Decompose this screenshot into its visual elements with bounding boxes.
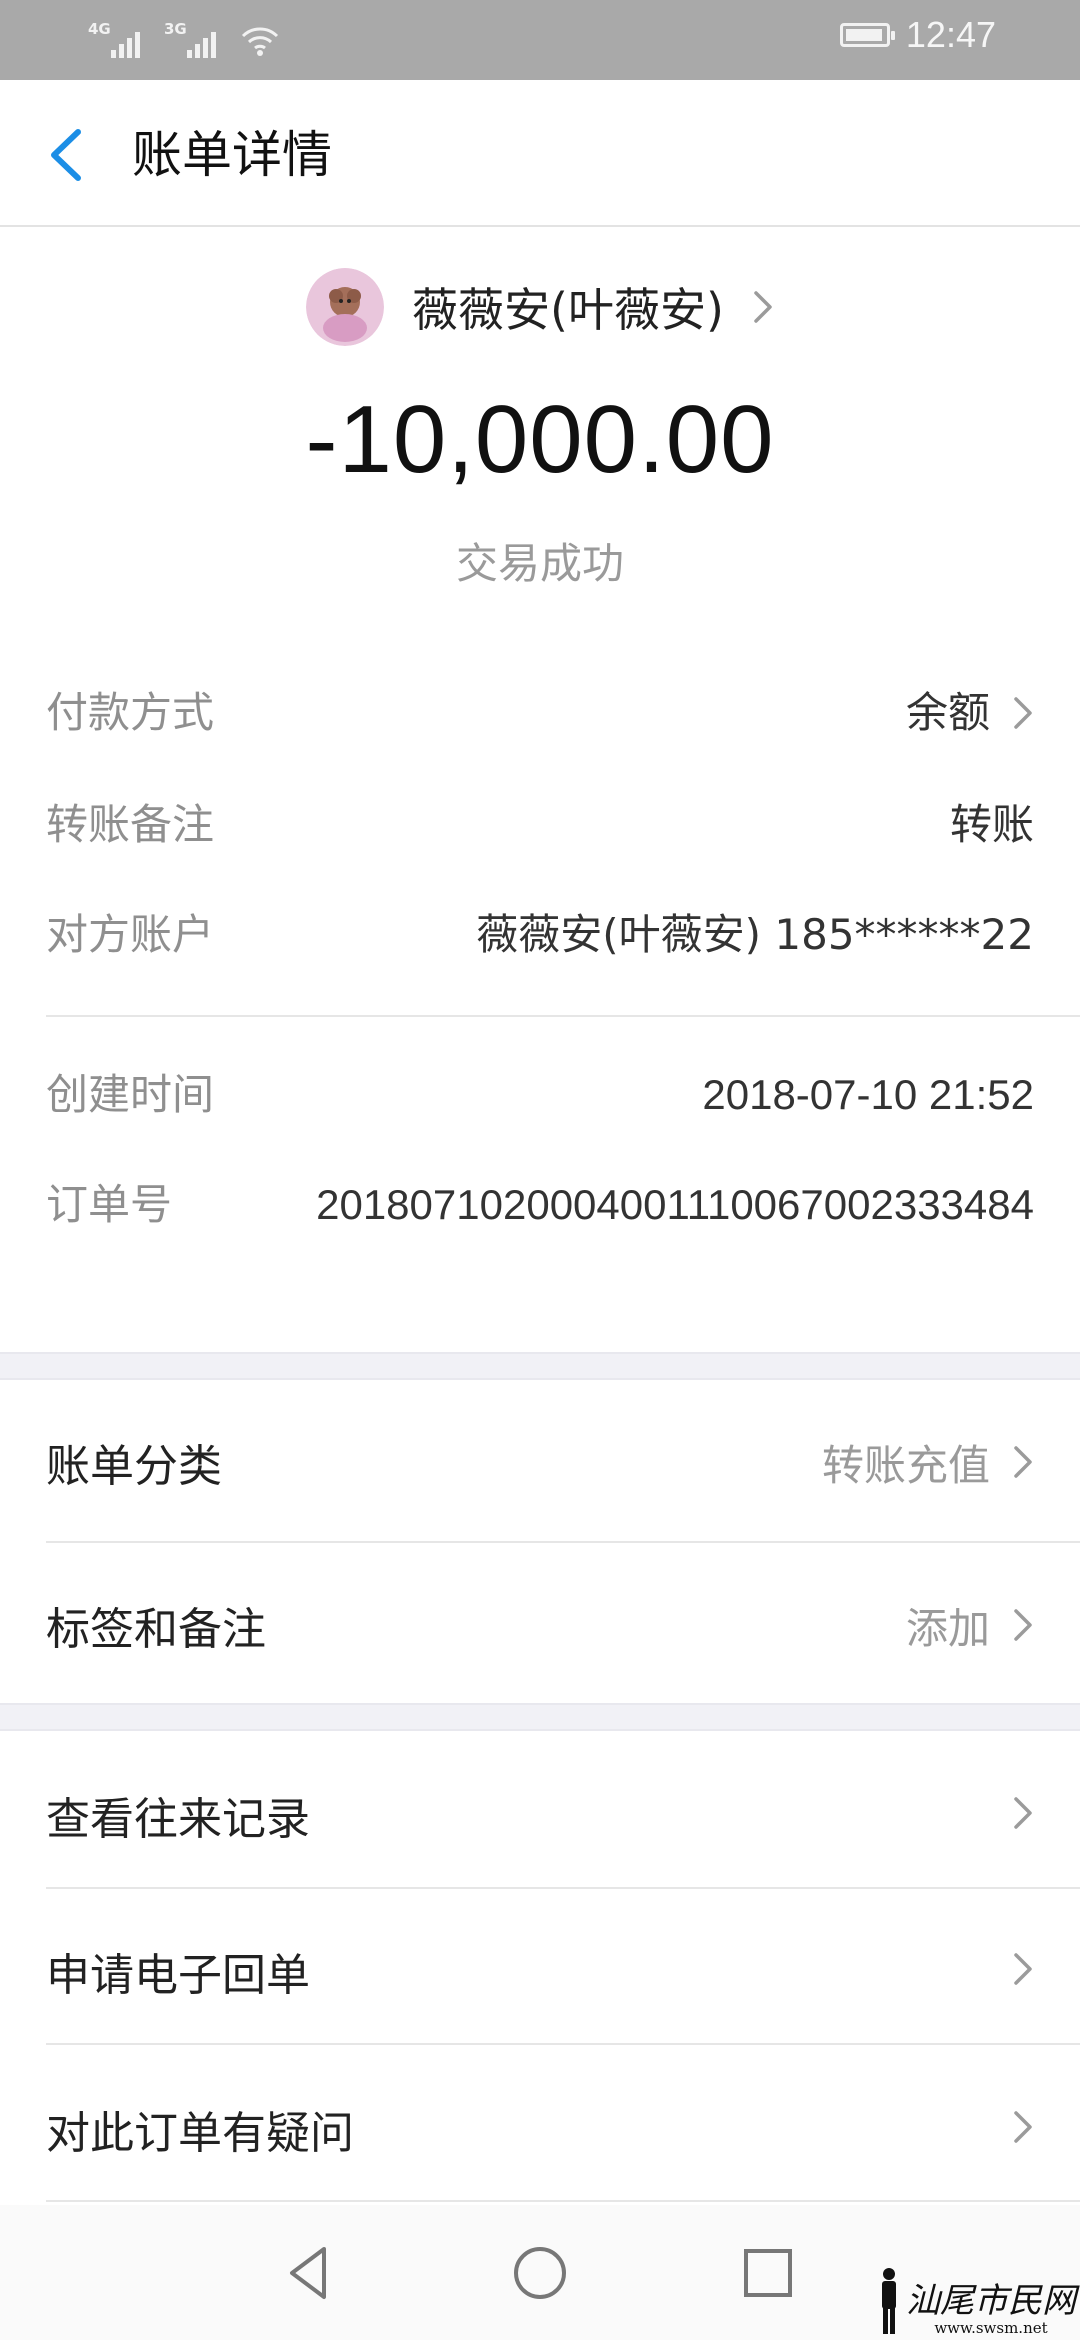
payee-link[interactable]: 薇薇安(叶薇安) bbox=[0, 268, 1080, 346]
order-question-row[interactable]: 对此订单有疑问 bbox=[0, 2045, 1080, 2201]
history-records-row[interactable]: 查看往来记录 bbox=[0, 1731, 1080, 1887]
order-question-label: 对此订单有疑问 bbox=[46, 2108, 354, 2159]
chevron-right-icon bbox=[1014, 1797, 1032, 1829]
e-receipt-label: 申请电子回单 bbox=[46, 1950, 310, 2001]
bill-category-row[interactable]: 账单分类 转账充值 bbox=[0, 1380, 1080, 1542]
chevron-right-icon bbox=[1014, 2111, 1032, 2143]
wifi-icon bbox=[241, 27, 279, 56]
created-time-label: 创建时间 bbox=[46, 1070, 215, 1119]
counterparty-value: 薇薇安(叶薇安) 185******22 bbox=[476, 910, 1034, 959]
transaction-amount: -10,000.00 bbox=[305, 386, 775, 493]
chevron-right-icon bbox=[1014, 1446, 1032, 1478]
transfer-note-row: 转账备注 转账 bbox=[46, 795, 1034, 855]
watermark: 汕尾市民网 www.swsm.net bbox=[876, 2266, 1076, 2336]
chevron-right-icon bbox=[1014, 1953, 1032, 1985]
counterparty-label: 对方账户 bbox=[46, 910, 215, 959]
battery-icon bbox=[839, 23, 895, 47]
signal-4g-label: 4G bbox=[88, 20, 111, 38]
counterparty-row: 对方账户 薇薇安(叶薇安) 185******22 bbox=[46, 905, 1034, 965]
created-time-value: 2018-07-10 21:52 bbox=[702, 1071, 1034, 1118]
back-arrow-icon[interactable] bbox=[40, 120, 90, 190]
order-number-label: 订单号 bbox=[46, 1180, 173, 1229]
signal-4g-icon: 4G bbox=[88, 20, 140, 58]
payee-name: 薇薇安(叶薇安) bbox=[412, 283, 724, 337]
payment-method-row[interactable]: 付款方式 余额 bbox=[46, 683, 1034, 743]
nav-home-icon[interactable] bbox=[510, 2243, 570, 2303]
chevron-right-icon bbox=[754, 291, 772, 323]
divider bbox=[46, 1015, 1080, 1017]
payment-method-value: 余额 bbox=[905, 688, 990, 737]
history-records-label: 查看往来记录 bbox=[46, 1794, 310, 1845]
nav-recents-icon[interactable] bbox=[738, 2243, 798, 2303]
person-figure-icon bbox=[882, 2268, 896, 2334]
page-title: 账单详情 bbox=[132, 126, 332, 184]
divider bbox=[46, 2200, 1080, 2202]
transaction-status: 交易成功 bbox=[455, 539, 624, 588]
created-time-row: 创建时间 2018-07-10 21:52 bbox=[46, 1065, 1034, 1125]
order-number-value: 2018071020004001110067002333484 bbox=[316, 1181, 1034, 1228]
transfer-note-value: 转账 bbox=[949, 800, 1034, 849]
app-header: 账单详情 bbox=[0, 80, 1080, 227]
system-nav-bar: 汕尾市民网 www.swsm.net bbox=[0, 2205, 1080, 2340]
signal-3g-icon: 3G bbox=[164, 20, 216, 58]
status-time: 12:47 bbox=[905, 14, 996, 55]
tags-notes-row[interactable]: 标签和备注 添加 bbox=[0, 1543, 1080, 1703]
bill-category-value: 转账充值 bbox=[821, 1441, 990, 1490]
section-separator bbox=[0, 1703, 1080, 1731]
section-separator bbox=[0, 1352, 1080, 1380]
e-receipt-row[interactable]: 申请电子回单 bbox=[0, 1889, 1080, 2043]
chevron-right-icon bbox=[1014, 697, 1032, 729]
watermark-title: 汕尾市民网 bbox=[906, 2281, 1076, 2321]
status-bar: 4G 3G 12:47 bbox=[0, 0, 1080, 80]
tags-notes-label: 标签和备注 bbox=[46, 1604, 266, 1655]
watermark-url: www.swsm.net bbox=[934, 2319, 1048, 2337]
bill-category-label: 账单分类 bbox=[46, 1441, 222, 1492]
chevron-right-icon bbox=[1014, 1609, 1032, 1641]
tags-notes-value: 添加 bbox=[905, 1604, 990, 1653]
signal-3g-label: 3G bbox=[164, 20, 187, 38]
transfer-note-label: 转账备注 bbox=[46, 800, 215, 849]
nav-back-icon[interactable] bbox=[278, 2243, 338, 2303]
avatar bbox=[306, 268, 385, 346]
payment-method-label: 付款方式 bbox=[46, 688, 215, 737]
